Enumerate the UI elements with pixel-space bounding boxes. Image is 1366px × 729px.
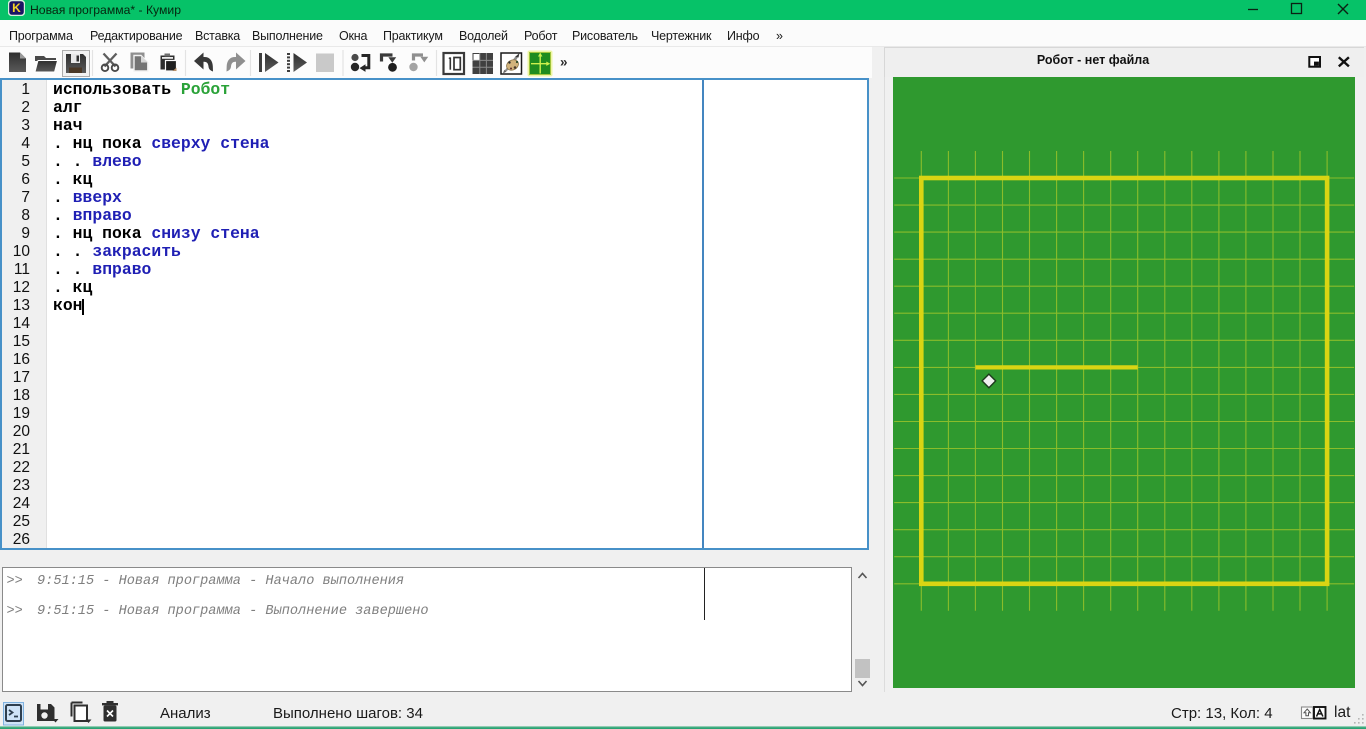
svg-text:»: » (560, 55, 568, 70)
svg-text:K: K (12, 1, 21, 15)
